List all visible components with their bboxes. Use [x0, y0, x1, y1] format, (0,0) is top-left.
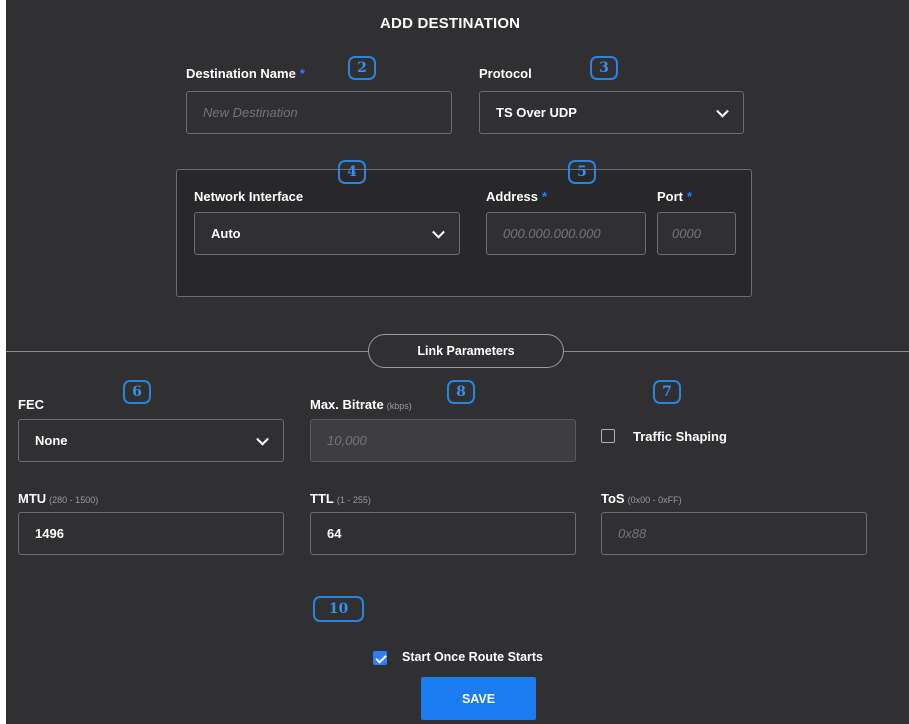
network-interface-label: Network Interface — [194, 189, 304, 204]
protocol-label: Protocol — [479, 66, 532, 81]
annotation-badge-7: 7 — [653, 380, 681, 404]
port-input[interactable]: 0000 — [657, 212, 736, 255]
ttl-input[interactable]: 64 — [310, 512, 576, 555]
mtu-hint: (280 - 1500) — [49, 495, 99, 505]
required-marker: * — [687, 189, 693, 204]
required-marker: * — [542, 189, 548, 204]
tos-label-text: ToS — [601, 491, 625, 506]
address-label-text: Address — [486, 189, 539, 204]
link-parameters-heading: Link Parameters — [368, 334, 564, 368]
annotation-badge-6: 6 — [123, 380, 151, 404]
annotation-badge-10: 10 — [313, 596, 364, 622]
address-input[interactable]: 000.000.000.000 — [486, 212, 646, 255]
annotation-badge-8: 8 — [447, 380, 475, 404]
network-interface-select[interactable]: Auto — [194, 212, 460, 255]
section-divider-right — [564, 351, 909, 352]
max-bitrate-label-text: Max. Bitrate — [310, 397, 384, 412]
address-placeholder: 000.000.000.000 — [503, 226, 601, 241]
ttl-label-text: TTL — [310, 491, 334, 506]
required-marker: * — [299, 66, 305, 81]
mtu-value: 1496 — [35, 526, 64, 541]
max-bitrate-input[interactable]: 10,000 — [310, 419, 576, 462]
max-bitrate-hint: (kbps) — [386, 401, 412, 411]
tos-hint: (0x00 - 0xFF) — [627, 495, 682, 505]
dialog-title: ADD DESTINATION — [380, 15, 521, 32]
section-divider-left — [6, 351, 368, 352]
destination-name-label-text: Destination Name — [186, 66, 296, 81]
mtu-label: MTU (280 - 1500) — [18, 491, 98, 506]
destination-name-label: Destination Name * — [186, 66, 305, 81]
network-interface-value: Auto — [211, 226, 241, 241]
annotation-badge-3: 3 — [590, 56, 618, 80]
tos-input[interactable]: 0x88 — [601, 512, 867, 555]
port-placeholder: 0000 — [672, 226, 701, 241]
traffic-shaping-label: Traffic Shaping — [633, 429, 727, 444]
annotation-badge-5: 5 — [568, 160, 596, 184]
ttl-label: TTL (1 - 255) — [310, 491, 371, 506]
start-once-checkbox[interactable] — [373, 651, 387, 665]
start-once-label: Start Once Route Starts — [402, 650, 544, 664]
mtu-label-text: MTU — [18, 491, 47, 506]
protocol-value: TS Over UDP — [496, 105, 577, 120]
address-label: Address * — [486, 189, 547, 204]
fec-value: None — [35, 433, 68, 448]
max-bitrate-label: Max. Bitrate (kbps) — [310, 397, 412, 412]
ttl-value: 64 — [327, 526, 342, 541]
chevron-down-icon — [716, 104, 729, 118]
protocol-select[interactable]: TS Over UDP — [479, 91, 744, 134]
port-label: Port * — [657, 189, 692, 204]
tos-label: ToS (0x00 - 0xFF) — [601, 491, 682, 506]
fec-label: FEC — [18, 397, 44, 412]
save-button[interactable]: SAVE — [421, 677, 536, 720]
ttl-hint: (1 - 255) — [336, 495, 371, 505]
fec-select[interactable]: None — [18, 419, 284, 462]
traffic-shaping-checkbox[interactable] — [601, 429, 615, 443]
annotation-badge-2: 2 — [348, 56, 376, 80]
destination-name-placeholder: New Destination — [203, 105, 298, 120]
tos-placeholder: 0x88 — [618, 526, 647, 541]
chevron-down-icon — [256, 432, 269, 446]
mtu-input[interactable]: 1496 — [18, 512, 284, 555]
chevron-down-icon — [432, 225, 445, 239]
annotation-badge-4: 4 — [338, 160, 366, 184]
destination-name-input[interactable]: New Destination — [186, 91, 452, 134]
max-bitrate-placeholder: 10,000 — [327, 433, 367, 448]
port-label-text: Port — [657, 189, 683, 204]
